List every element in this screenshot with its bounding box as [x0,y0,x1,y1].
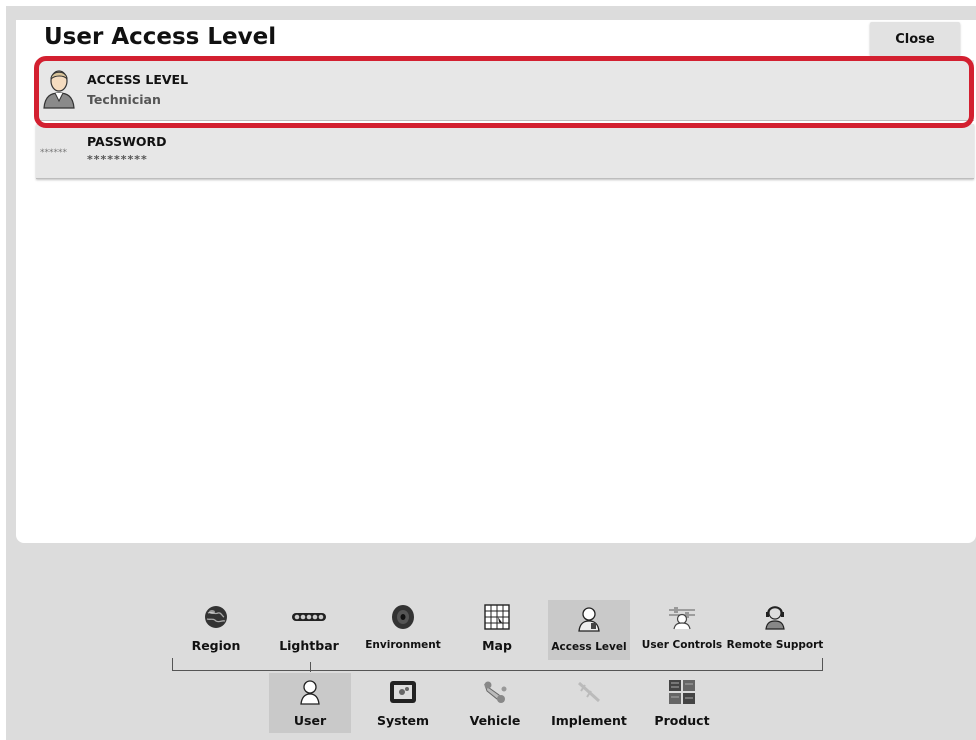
tab-vehicle-label: Vehicle [469,713,521,728]
tab-map-label: Map [482,638,512,653]
user-avatar-icon [42,66,76,110]
tab-user-label: User [293,713,327,728]
remote-support-icon [761,604,789,630]
password-dots-icon: ****** [40,148,67,158]
lightbar-icon [291,604,327,630]
tab-environment-label: Environment [365,639,441,651]
globe-icon [202,604,230,630]
password-label: PASSWORD [87,134,167,149]
vehicle-icon [481,679,509,705]
close-button[interactable]: Close [870,22,960,56]
tab-lightbar-label: Lightbar [279,638,339,653]
tab-user-controls-label: User Controls [641,639,723,651]
tab-remote-support[interactable]: Remote Support [727,598,823,658]
tab-vehicle[interactable]: Vehicle [454,673,536,733]
tab-product[interactable]: Product [641,673,723,733]
nav-connector [310,662,311,672]
access-level-row[interactable]: ACCESS LEVEL Technician [36,60,974,121]
tab-user-controls[interactable]: User Controls [641,598,723,658]
tab-lightbar[interactable]: Lightbar [268,598,350,658]
map-grid-icon [483,604,511,630]
tab-system-label: System [376,713,430,728]
user-controls-icon [668,604,696,630]
password-row[interactable]: ****** PASSWORD ********* [36,124,974,179]
tab-remote-support-label: Remote Support [726,639,824,651]
tab-system[interactable]: System [362,673,444,733]
tab-product-label: Product [654,713,710,728]
nav-bracket [172,658,823,671]
product-icon [668,679,696,705]
speaker-icon [389,604,417,630]
access-level-icon [575,606,603,632]
tab-environment[interactable]: Environment [362,598,444,658]
system-icon [389,679,417,705]
access-level-value: Technician [87,92,161,107]
tab-access-level-label: Access Level [551,641,627,653]
tab-region-label: Region [191,638,241,653]
tab-map[interactable]: Map [456,598,538,658]
tab-user[interactable]: User [269,673,351,733]
user-icon [296,679,324,705]
tab-implement-label: Implement [551,713,627,728]
page-title: User Access Level [44,24,277,50]
tab-implement[interactable]: Implement [548,673,630,733]
tab-access-level[interactable]: Access Level [548,600,630,660]
implement-icon [575,679,603,705]
tab-region[interactable]: Region [175,598,257,658]
access-level-label: ACCESS LEVEL [87,72,189,87]
password-value: ********* [87,153,148,166]
